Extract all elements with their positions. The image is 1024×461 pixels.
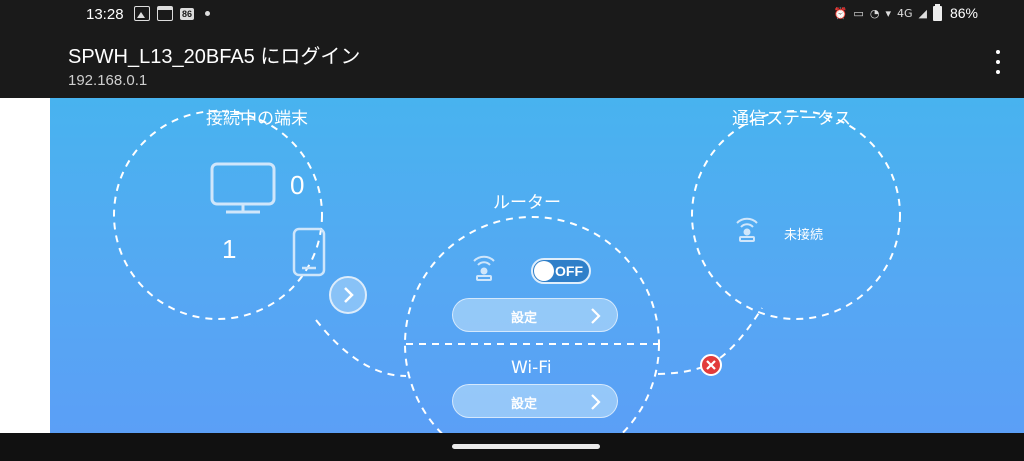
- smartphone-count: 1: [222, 234, 237, 264]
- network-type: 4G: [896, 6, 913, 20]
- smartphone-icon: [292, 227, 326, 277]
- router-settings-label: 設定: [510, 311, 537, 326]
- home-gesture-handle[interactable]: [452, 444, 600, 449]
- router-title: ルーター: [493, 193, 561, 213]
- status-circle: [691, 110, 901, 320]
- disconnected-error-icon: [700, 354, 722, 376]
- connection-status-title: 通信ステータス: [732, 109, 851, 129]
- connector-left: [315, 319, 407, 377]
- wifi-title: Wi-Fi: [511, 358, 552, 378]
- router-antenna-icon: [473, 255, 495, 281]
- router-power-toggle[interactable]: OFF: [531, 258, 591, 284]
- navigation-bar: [0, 433, 1024, 461]
- volte-icon: ▾: [885, 6, 891, 20]
- chevron-right-icon: [344, 287, 354, 303]
- page-address: 192.168.0.1: [68, 72, 148, 89]
- signal-icon: ◢: [918, 6, 927, 20]
- router-settings-button[interactable]: 設定: [452, 298, 618, 332]
- wifi-settings-label: 設定: [510, 397, 537, 412]
- pc-icon: [210, 162, 276, 214]
- toggle-knob: [534, 261, 554, 281]
- connected-devices-title: 接続中の端末: [206, 109, 308, 129]
- battery-percent: 86%: [949, 5, 978, 21]
- notification-badge: 86: [180, 7, 195, 20]
- notification-icons: 86: [134, 6, 211, 21]
- devices-circle: [113, 110, 323, 320]
- more-notifications-icon: [205, 11, 211, 16]
- login-header: SPWH_L13_20BFA5 にログイン 192.168.0.1: [0, 30, 1024, 98]
- page-title: SPWH_L13_20BFA5 にログイン: [68, 46, 361, 68]
- overflow-menu-icon[interactable]: [992, 50, 1004, 74]
- data-saver-icon: ▭: [853, 6, 864, 20]
- chevron-right-icon: [591, 394, 601, 410]
- calendar-icon: [157, 6, 173, 21]
- wifi-off-icon: ◔: [869, 6, 880, 20]
- page-margin: [0, 98, 50, 433]
- status-time: 13:28: [86, 6, 124, 23]
- pc-count: 0: [290, 170, 305, 200]
- connection-status-value: 未接続: [784, 228, 824, 243]
- system-icons: ⏰ ▭ ◔ ▾ 4G ◢ 86%: [833, 3, 978, 21]
- alarm-icon: ⏰: [833, 6, 848, 20]
- gallery-icon: [134, 6, 150, 21]
- battery-icon: [932, 3, 942, 21]
- chevron-right-icon: [591, 308, 601, 324]
- devices-detail-button[interactable]: [329, 276, 367, 314]
- wifi-settings-button[interactable]: 設定: [452, 384, 618, 418]
- signal-antenna-icon: [736, 217, 758, 242]
- router-dashboard: 接続中の端末 0 1 ルーター OFF 設定 Wi-Fi 設定 通信ステータス …: [50, 98, 1024, 433]
- toggle-state: OFF: [555, 263, 583, 279]
- status-bar: 13:28 86 ⏰ ▭ ◔ ▾ 4G ◢ 86%: [0, 0, 1024, 30]
